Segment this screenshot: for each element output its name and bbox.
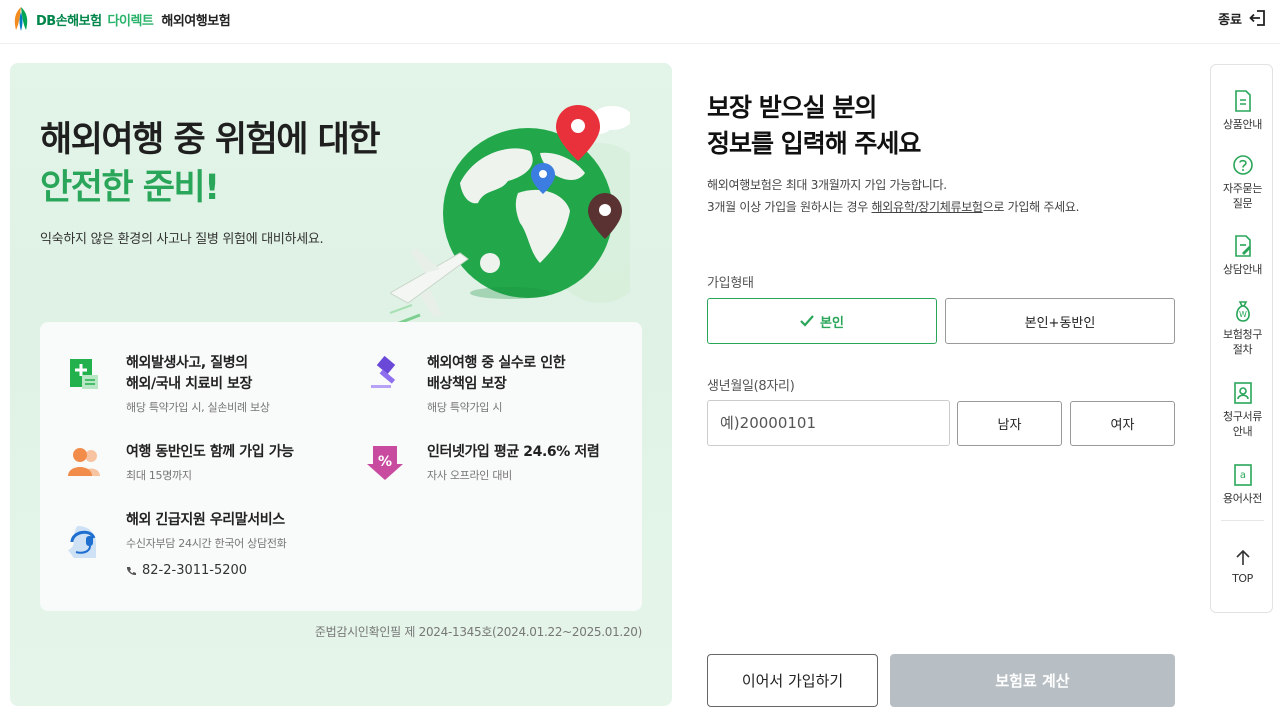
brand-name: DB손해보험 [36,13,102,29]
hero-panel: 해외여행 중 위험에 대한 안전한 준비! 익숙하지 않은 환경의 사고나 질병… [10,63,672,706]
benefit-item: 해외여행 중 실수로 인한 배상책임 보장 해당 특약가입 시 [365,353,566,415]
benefit-item: 여행 동반인도 함께 가입 가능 최대 15명까지 [64,442,294,483]
info-line-1: 해외여행보험은 최대 3개월까지 가입 가능합니다. [707,178,947,192]
headset-icon [64,522,104,562]
globe-illustration [388,93,660,333]
gender-female-button[interactable]: 여자 [1070,401,1175,446]
sidebar-item-label: 자주묻는 질문 [1223,182,1262,210]
dictionary-icon: a [1233,464,1252,486]
check-icon [800,315,814,327]
question-icon [1232,155,1253,175]
info-line-2-suffix: 으로 가입해 주세요. [982,200,1080,214]
top-bar: DB손해보험 다이렉트 해외여행보험 종료 [0,0,1280,44]
birth-label: 생년월일(8자리) [707,379,795,394]
sidebar-item-claim-process[interactable]: W 보험청구 절차 [1211,299,1274,357]
benefit-title: 해외여행 중 실수로 인한 배상책임 보장 [427,355,566,392]
exit-button[interactable]: 종료 [1218,8,1268,28]
benefit-sub: 최대 15명까지 [126,469,192,482]
sidebar-item-consult[interactable]: 상담안내 [1211,234,1274,277]
edit-document-icon [1234,235,1251,257]
continue-signup-button[interactable]: 이어서 가입하기 [707,654,878,707]
form-title: 보장 받으실 분의 정보를 입력해 주세요 [707,93,921,158]
type-option-label: 본인+동반인 [1024,315,1096,331]
hero-description: 익숙하지 않은 환경의 사고나 질병 위험에 대비하세요. [40,232,324,247]
gender-male-button[interactable]: 남자 [957,401,1062,446]
sidebar-item-product-info[interactable]: 상품안내 [1211,89,1274,132]
emergency-phone[interactable]: 82-2-3011-5200 [126,563,286,578]
phone-icon [126,566,136,575]
brand-sub: 다이렉트 [107,13,154,29]
benefit-sub: 해당 특약가입 시, 실손비례 보상 [126,401,270,414]
sidebar-item-label: TOP [1232,572,1253,585]
phone-number: 82-2-3011-5200 [142,563,248,578]
logout-icon [1249,10,1265,26]
db-logo-icon [10,6,32,32]
sidebar-item-label: 용어사전 [1223,492,1262,505]
hero-title: 해외여행 중 위험에 대한 [40,120,381,160]
benefit-sub: 수신자부담 24시간 한국어 상담전화 [126,537,287,550]
gender-label: 여자 [1110,418,1135,433]
sidebar-item-label: 청구서류 안내 [1223,410,1262,438]
id-card-icon [1233,382,1252,404]
sidebar-item-label: 보험청구 절차 [1223,328,1262,356]
long-stay-insurance-link[interactable]: 해외유학/장기체류보험 [872,200,983,214]
svg-text:%: % [378,454,392,470]
hero-title-highlight: 안전한 준비! [40,168,220,208]
type-option-with-companion[interactable]: 본인+동반인 [945,298,1175,344]
benefit-title: 해외발생사고, 질병의 해외/국내 치료비 보장 [126,355,252,392]
svg-text:a: a [1239,470,1245,481]
document-icon [1234,90,1251,112]
info-line-2-text: 3개월 이상 가입을 원하시는 경우 [707,200,872,214]
benefit-item: 해외 긴급지원 우리말서비스 수신자부담 24시간 한국어 상담전화 82-2-… [64,510,287,578]
sidebar-item-label: 상품안내 [1223,118,1262,131]
form-info: 해외여행보험은 최대 3개월까지 가입 가능합니다. 3개월 이상 가입을 원하… [707,174,1175,218]
sidebar-item-faq[interactable]: 자주묻는 질문 [1211,153,1274,211]
sidebar-item-claim-docs[interactable]: 청구서류 안내 [1211,381,1274,439]
benefits-card: 해외발생사고, 질병의 해외/국내 치료비 보장 해당 특약가입 시, 실손비례… [40,322,642,611]
type-label: 가입형태 [707,276,754,291]
gender-label: 남자 [997,418,1022,433]
benefit-title: 인터넷가입 평균 24.6% 저렴 [427,444,600,460]
info-line-2: 3개월 이상 가입을 원하시는 경우 해외유학/장기체류보험으로 가입해 주세요… [707,196,1175,218]
insured-info-form: 보장 받으실 분의 정보를 입력해 주세요 해외여행보험은 최대 3개월까지 가… [707,90,1175,218]
benefit-title: 해외 긴급지원 우리말서비스 [126,512,285,528]
people-icon [64,442,104,482]
sidebar-item-top[interactable]: TOP [1211,547,1274,586]
premium-calculate-button[interactable]: 보험료 계산 [890,654,1175,707]
benefit-title: 여행 동반인도 함께 가입 가능 [126,444,294,460]
money-bag-icon: W [1235,301,1250,322]
arrow-up-icon [1235,549,1250,565]
product-name: 해외여행보험 [161,13,231,29]
type-option-label: 본인 [820,315,844,331]
exit-label: 종료 [1218,12,1242,28]
benefit-item: 해외발생사고, 질병의 해외/국내 치료비 보장 해당 특약가입 시, 실손비례… [64,353,270,415]
logo[interactable]: DB손해보험 다이렉트 해외여행보험 [10,6,231,32]
benefit-sub: 자사 오프라인 대비 [427,469,512,482]
sidebar-divider [1221,520,1264,521]
compliance-note: 준법감시인확인필 제 2024-1345호(2024.01.22~2025.01… [314,625,642,639]
sidebar-item-glossary[interactable]: a 용어사전 [1211,463,1274,506]
birth-date-input[interactable] [707,400,950,446]
svg-text:W: W [1239,310,1247,319]
benefit-sub: 해당 특약가입 시 [427,401,503,414]
discount-icon: % [365,442,405,482]
medical-document-icon [64,353,104,393]
benefit-item: % 인터넷가입 평균 24.6% 저렴 자사 오프라인 대비 [365,442,600,483]
gavel-icon [365,353,405,393]
quick-menu-sidebar: 상품안내 자주묻는 질문 상담안내 W 보험청구 절차 청구서류 안내 a 용어… [1210,64,1273,613]
type-option-self[interactable]: 본인 [707,298,937,344]
sidebar-item-label: 상담안내 [1223,263,1262,276]
